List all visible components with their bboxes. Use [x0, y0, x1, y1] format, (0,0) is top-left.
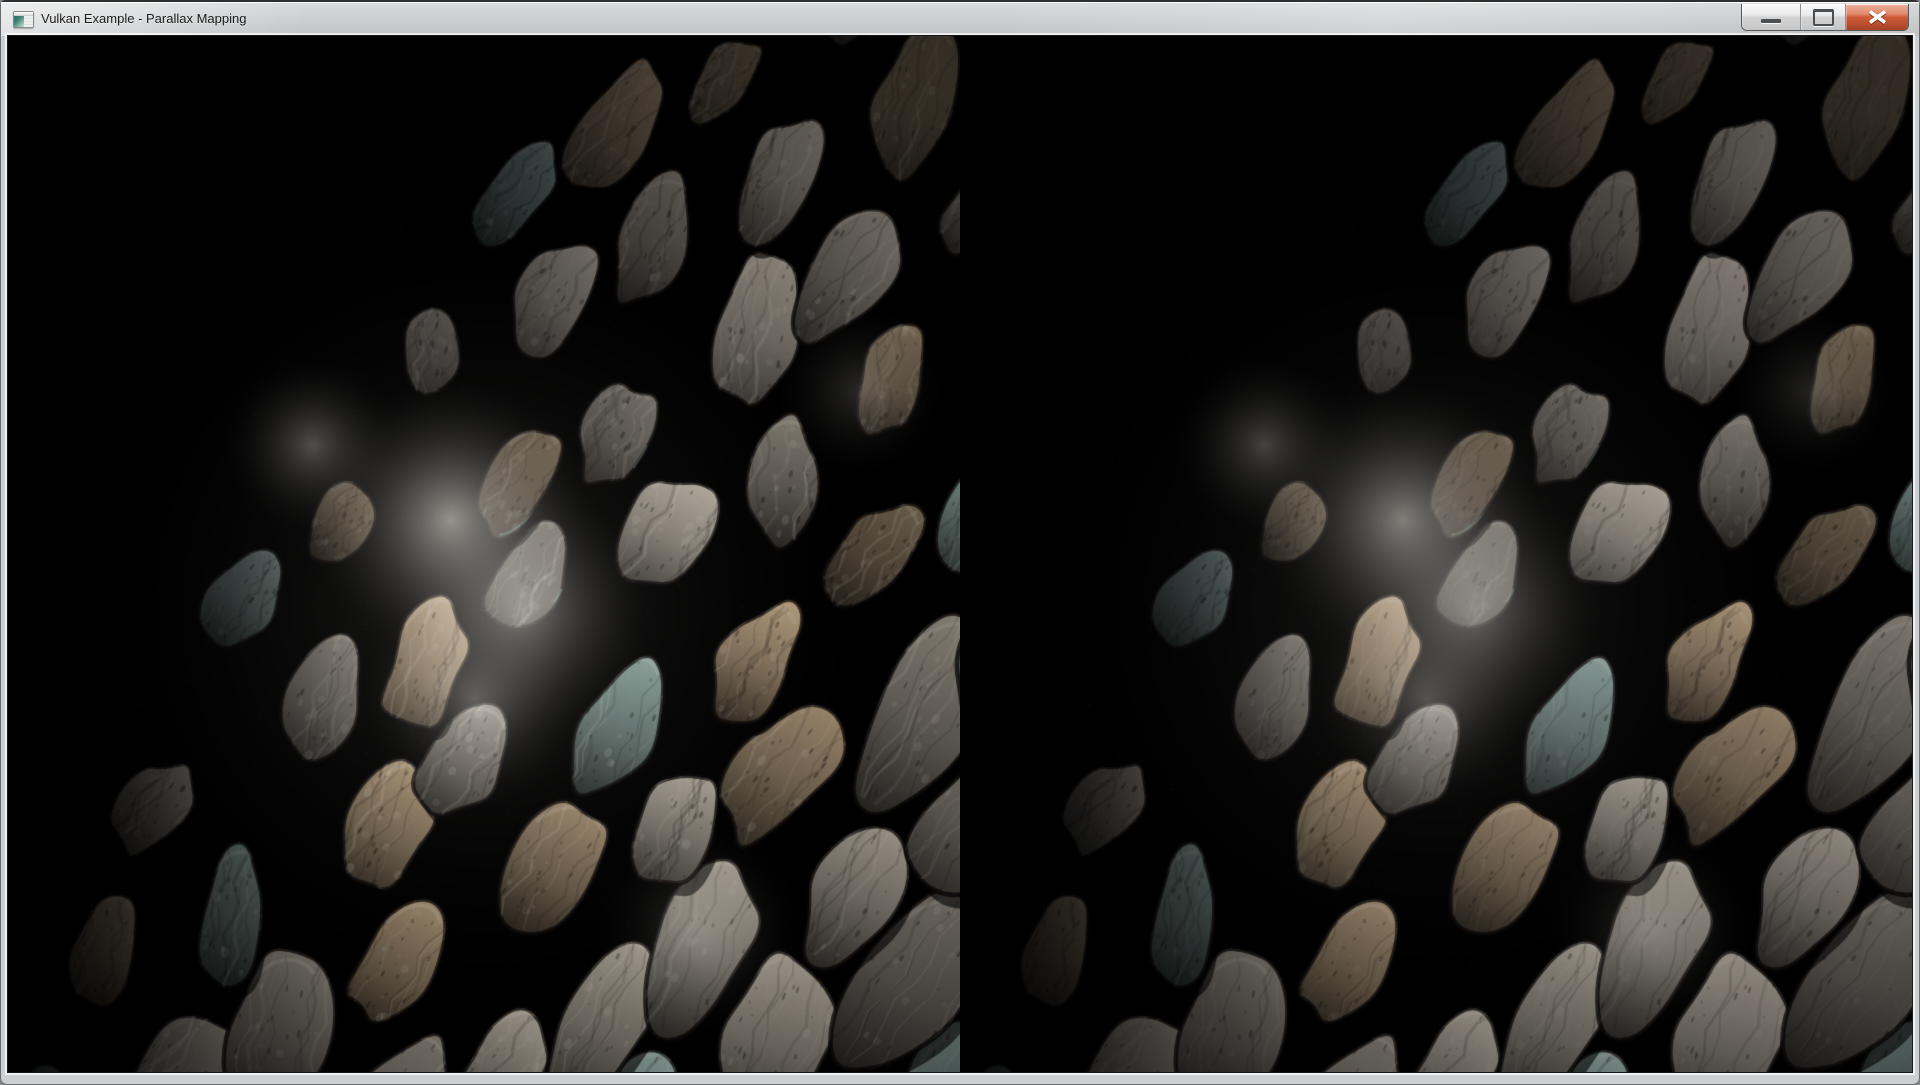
close-icon — [1867, 10, 1888, 25]
titlebar-sheen — [1, 2, 1919, 36]
app-window: Vulkan Example - Parallax Mapping — [0, 0, 1920, 1085]
app-icon[interactable] — [13, 11, 34, 28]
app-icon-glyph — [14, 16, 33, 27]
render-view-right[interactable] — [960, 36, 1912, 1072]
minimize-icon — [1761, 19, 1781, 23]
render-view-left[interactable] — [8, 36, 960, 1072]
app-icon-content-pane — [24, 16, 33, 27]
window-controls — [1741, 4, 1909, 31]
maximize-button[interactable] — [1800, 4, 1845, 30]
window-title: Vulkan Example - Parallax Mapping — [41, 2, 246, 36]
maximize-icon — [1813, 9, 1834, 26]
close-button[interactable] — [1845, 4, 1908, 30]
render-area — [8, 36, 1912, 1072]
minimize-button[interactable] — [1742, 4, 1800, 30]
titlebar[interactable]: Vulkan Example - Parallax Mapping — [1, 2, 1919, 36]
app-icon-content-teal — [14, 16, 24, 27]
